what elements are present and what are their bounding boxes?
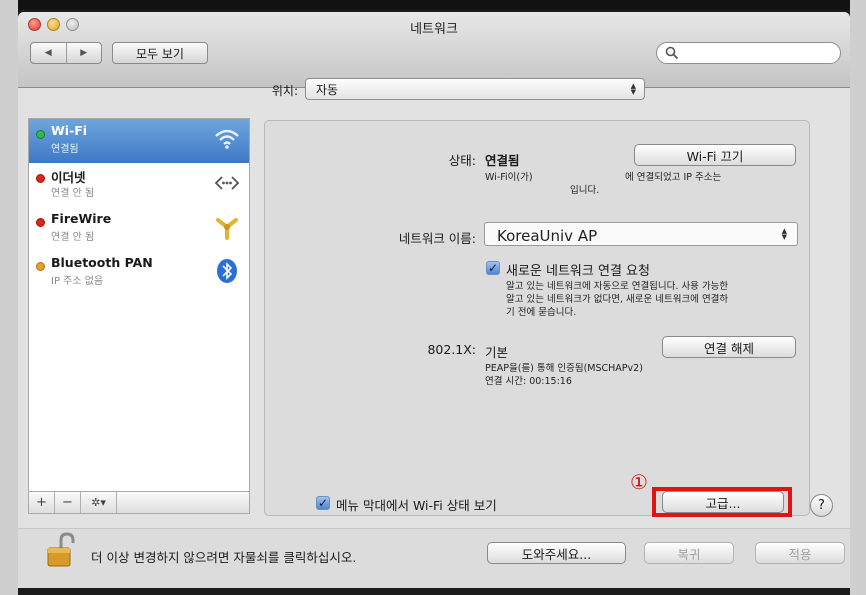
show-all-button[interactable]: 모두 보기 [112,42,208,64]
assist-me-button[interactable]: 도와주세요... [487,542,626,564]
revert-button[interactable]: 복귀 [644,542,734,564]
search-icon [665,46,679,60]
disconnect-button[interactable]: 연결 해제 [662,336,796,358]
back-arrow-icon: ◀ [44,48,52,58]
status-dot-green-icon [36,130,45,139]
annotation-number: ① [630,470,648,494]
network-name-label: 네트워크 이름: [398,231,476,246]
status-dot-red-icon [36,174,45,183]
network-name-value: KoreaUniv AP [497,227,598,245]
service-status: 연결됨 [51,144,79,155]
status-dot-yellow-icon [36,262,45,271]
service-name: Wi-Fi [51,123,88,138]
ask-join-checkbox[interactable]: ✓ [486,261,500,275]
updown-arrows-icon: ▲ ▼ [781,227,787,241]
ask-join-label: 새로운 네트워크 연결 요청 [506,264,650,279]
ethernet-icon [214,176,240,190]
backdrop-top [0,0,866,10]
service-item-ethernet[interactable]: 이더넷 연결 안 됨 [29,163,249,207]
apply-button[interactable]: 적용 [755,542,845,564]
back-button[interactable]: ◀ [31,43,66,63]
service-name: Bluetooth PAN [51,255,153,270]
location-value: 자동 [316,82,339,97]
dot1x-value: 기본 [485,345,509,360]
service-status: 연결 안 됨 [51,232,95,243]
wifi-icon [215,129,239,149]
show-wifi-status-label: 메뉴 막대에서 Wi-Fi 상태 보기 [336,498,497,513]
status-description-part2: 에 연결되었고 IP 주소는 [625,172,722,183]
updown-arrows-icon: ▲ ▼ [630,82,636,96]
auth-method-text: PEAP을(를) 통해 인증됨(MSCHAPv2) [485,363,643,374]
ask-join-description-line2: 알고 있는 네트워크가 없다면, 새로운 네트워크에 연결하 [506,294,729,305]
lock-icon[interactable] [46,532,76,568]
service-status: 연결 안 됨 [51,188,95,199]
service-list: Wi-Fi 연결됨 이더넷 연결 안 됨 FireWire 연결 안 됨 Blu… [28,118,250,492]
service-item-bluetooth-pan[interactable]: Bluetooth PAN IP 주소 없음 [29,251,249,295]
status-dot-red-icon [36,218,45,227]
backdrop-left [0,0,18,595]
service-name: FireWire [51,211,112,226]
location-select[interactable]: 자동 ▲ ▼ [305,78,645,100]
bluetooth-icon [217,259,237,283]
ask-join-description-line3: 기 전에 묻습니다. [506,307,577,318]
service-action-menu[interactable]: ✲▾ [81,492,117,513]
firewire-icon [216,218,238,240]
service-list-toolbar: + − ✲▾ [28,492,250,514]
window-title: 네트워크 [410,22,458,37]
status-value: 연결됨 [485,153,520,168]
search-input[interactable] [656,42,841,64]
help-button[interactable]: ? [810,494,833,517]
wifi-off-button[interactable]: Wi-Fi 끄기 [634,144,796,166]
ask-join-description-line1: 알고 있는 네트워크에 자동으로 연결됩니다. 사용 가능한 [506,281,729,292]
network-name-select[interactable]: KoreaUniv AP ▲ ▼ [484,222,798,246]
remove-service-button[interactable]: − [55,492,81,513]
back-forward-control: ◀ ▶ [30,42,102,64]
add-service-button[interactable]: + [29,492,55,513]
titlebar: 네트워크 ◀ ▶ 모두 보기 [18,12,850,88]
location-label: 위치: [271,84,298,98]
forward-button[interactable]: ▶ [65,43,102,63]
status-description-part1: Wi-Fi이(가) [485,172,533,183]
show-wifi-status-checkbox[interactable]: ✓ [316,496,330,510]
status-description-part3: 입니다. [570,185,600,196]
lock-instruction-text: 더 이상 변경하지 않으려면 자물쇠를 클릭하십시오. [91,550,357,565]
service-item-wifi[interactable]: Wi-Fi 연결됨 [29,119,249,163]
forward-arrow-icon: ▶ [80,48,88,58]
backdrop-right [850,0,866,595]
dot1x-label: 802.1X: [427,342,476,357]
service-item-firewire[interactable]: FireWire 연결 안 됨 [29,207,249,251]
connection-time-text: 연결 시간: 00:15:16 [485,376,572,387]
advanced-button[interactable]: 고급... [662,491,784,513]
service-status: IP 주소 없음 [51,276,104,287]
status-label: 상태: [448,153,476,168]
